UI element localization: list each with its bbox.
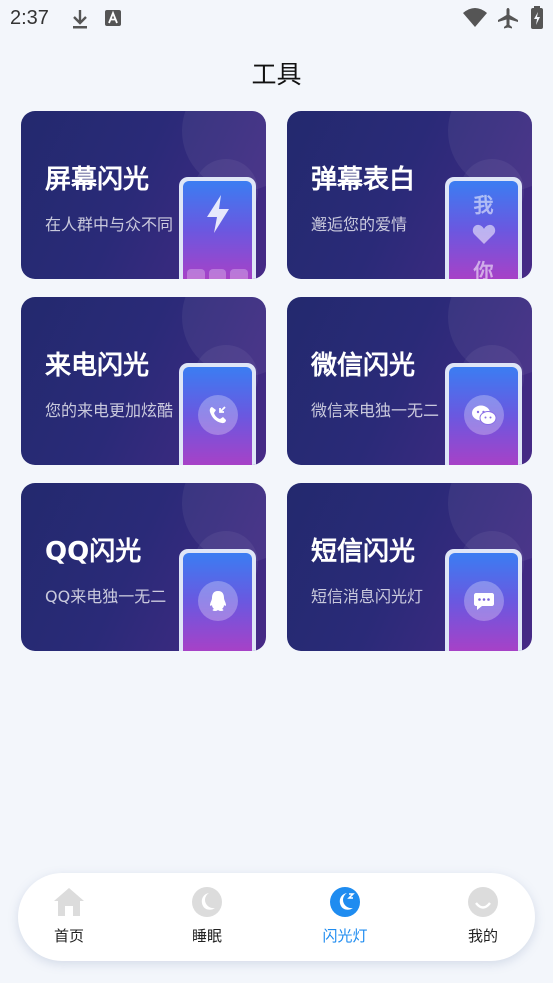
nav-item-sleep[interactable]: 睡眠: [167, 885, 247, 946]
wechat-icon: [471, 405, 496, 425]
nav-label-flashlight: 闪光灯: [322, 927, 368, 945]
profile-icon: [468, 887, 498, 917]
sms-badge: [463, 581, 504, 621]
card-subtitle: 短信消息闪光灯: [311, 587, 424, 606]
card-title: 短信闪光: [311, 537, 416, 567]
card-subtitle: 在人群中与众不同: [45, 215, 174, 234]
card-subtitle: 邂逅您的爱情: [311, 215, 408, 234]
phone-text-top: 我: [473, 193, 494, 217]
status-bar: 2:37: [0, 0, 553, 38]
nav-label-profile: 我的: [467, 927, 498, 945]
card-danmaku-confession[interactable]: 弹幕表白 邂逅您的爱情 我 你: [287, 111, 532, 279]
wechat-badge: [463, 395, 504, 435]
card-wechat-flash[interactable]: 微信闪光 微信来电独一无二: [287, 297, 532, 465]
phone-illustration: [179, 363, 256, 465]
card-subtitle: QQ来电独一无二: [45, 587, 167, 606]
card-qq-flash[interactable]: QQ闪光 QQ来电独一无二: [21, 483, 266, 651]
message-icon: [473, 593, 494, 610]
card-sms-flash[interactable]: 短信闪光 短信消息闪光灯: [287, 483, 532, 651]
battery-icon: [531, 6, 543, 29]
phone-illustration: [179, 549, 256, 651]
wifi-icon: [463, 8, 487, 27]
moon-icon: [192, 887, 222, 917]
phone-illustration: [445, 549, 522, 651]
download-icon: [73, 10, 87, 29]
nav-item-flashlight[interactable]: 闪光灯: [305, 885, 385, 946]
card-call-flash[interactable]: 来电闪光 您的来电更加炫酷: [21, 297, 266, 465]
card-title: 来电闪光: [45, 351, 150, 381]
nav-item-profile[interactable]: 我的: [443, 885, 523, 946]
phone-illustration: 我 你: [445, 177, 522, 279]
card-title: 微信闪光: [311, 351, 416, 381]
phone-text-bottom: 你: [473, 259, 494, 279]
home-icon: [54, 888, 84, 916]
airplane-icon: [498, 8, 518, 29]
card-title: QQ闪光: [45, 537, 142, 567]
card-title: 屏幕闪光: [45, 165, 150, 195]
card-screen-flash[interactable]: 屏幕闪光 在人群中与众不同: [21, 111, 266, 279]
card-subtitle: 您的来电更加炫酷: [45, 401, 174, 420]
nav-item-home[interactable]: 首页: [29, 885, 109, 946]
heart-icon: [472, 224, 495, 244]
moon-icon-active: [330, 887, 360, 917]
card-subtitle: 微信来电独一无二: [311, 401, 440, 420]
app-grid: [187, 269, 249, 279]
incoming-call-icon: [209, 406, 226, 424]
bottom-nav: 首页 睡眠 闪光灯 我的: [18, 873, 535, 961]
card-title: 弹幕表白: [311, 165, 416, 195]
incoming-call-badge: [197, 395, 238, 435]
page-title: 工具: [251, 60, 302, 89]
phone-illustration: [179, 177, 256, 279]
lightning-icon: [206, 195, 229, 233]
phone-illustration: [445, 363, 522, 465]
nav-label-sleep: 睡眠: [191, 927, 222, 945]
text-a-icon: [105, 10, 121, 26]
qq-penguin-icon: [209, 591, 226, 611]
qq-badge: [197, 581, 238, 621]
nav-label-home: 首页: [53, 927, 84, 945]
status-time: 2:37: [10, 7, 49, 29]
